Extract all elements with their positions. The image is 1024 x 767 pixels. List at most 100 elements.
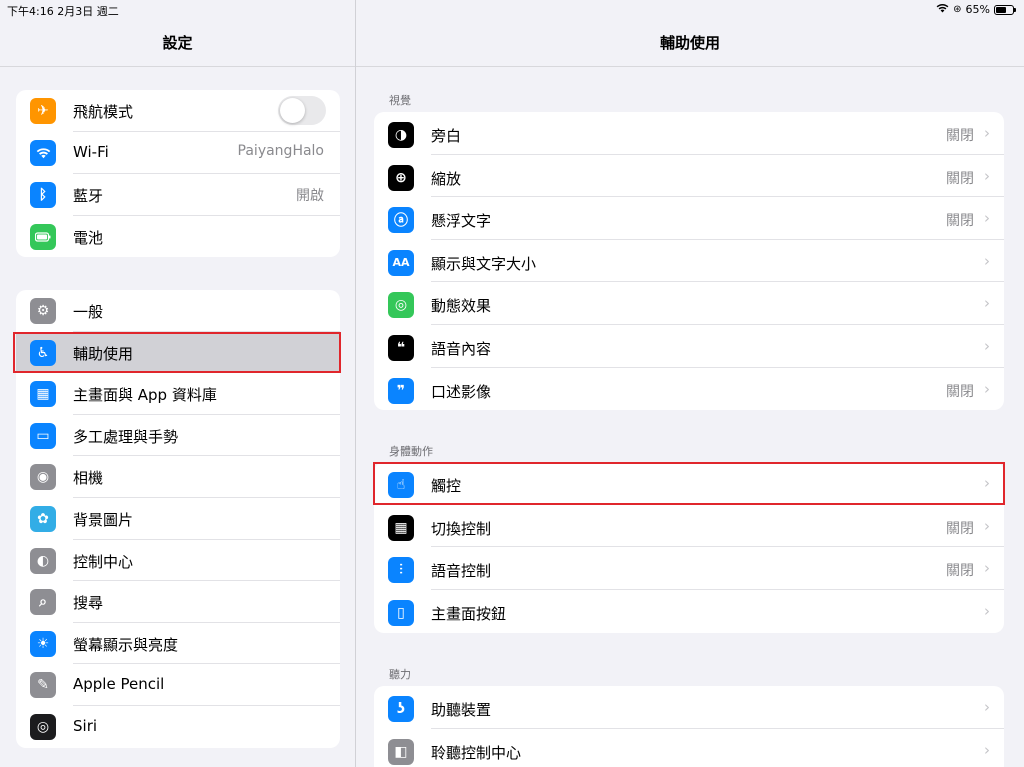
settings-row-label: 主畫面按鈕	[431, 604, 507, 623]
split-divider	[355, 0, 356, 767]
status-bar: 下午4:16 2月3日 週二 ⊛ 65%	[0, 0, 1024, 18]
wifi-network-name: PaiyangHalo	[237, 143, 324, 159]
battery-fill	[996, 6, 1007, 13]
sidebar-item-control-center[interactable]: ◐ 控制中心	[16, 540, 340, 582]
settings-row-voiceover[interactable]: ◑ 旁白 關閉 ›	[374, 112, 1004, 155]
brightness-icon: ☀	[30, 630, 56, 657]
section-vision: ◑ 旁白 關閉 › ⊕ 縮放 關閉 › ⓐ 懸浮文字 關閉 › AA 顯示與文字大小 › ◎ 動態效果 › ❝ 語音內…	[374, 112, 1004, 410]
settings-row-touch[interactable]: ☝ 觸控 ›	[374, 462, 1004, 505]
section-physical-motor: ☝ 觸控 › ▦ 切換控制 關閉 › ⫶ 語音控制 關閉 › ▯ 主畫面按鈕 ›	[374, 462, 1004, 633]
sidebar-item-label: 藍牙	[73, 187, 104, 205]
accessibility-icon: ♿	[30, 339, 56, 366]
settings-row-value: 關閉	[946, 383, 974, 400]
detail-nav-bar: 輔助使用	[356, 18, 1024, 67]
chevron-right-icon: ›	[984, 698, 990, 716]
settings-row-label: 縮放	[431, 169, 462, 188]
sidebar-item-camera[interactable]: ◉ 相機	[16, 456, 340, 498]
section-header-physical-motor: 身體動作	[389, 445, 433, 458]
hearing-control-center-icon: ◧	[388, 738, 414, 765]
sidebar-item-label: 控制中心	[73, 552, 134, 571]
sidebar-title: 設定	[162, 33, 193, 52]
sidebar-item-label: 主畫面與 App 資料庫	[73, 386, 217, 405]
wifi-status-icon	[936, 3, 949, 16]
settings-row-home-button[interactable]: ▯ 主畫面按鈕 ›	[374, 590, 1004, 633]
chevron-right-icon: ›	[984, 294, 990, 313]
settings-row-text-size[interactable]: AA 顯示與文字大小 ›	[374, 240, 1004, 283]
airplane-icon: ✈	[30, 98, 56, 124]
sidebar-item-wifi[interactable]: Wi-Fi PaiyangHalo	[16, 132, 340, 174]
chevron-right-icon: ›	[984, 166, 990, 185]
chevron-right-icon: ›	[984, 124, 990, 142]
chevron-right-icon: ›	[984, 209, 990, 228]
settings-row-zoom[interactable]: ⊕ 縮放 關閉 ›	[374, 155, 1004, 198]
settings-row-label: 動態效果	[431, 297, 492, 316]
settings-row-label: 口述影像	[431, 382, 492, 401]
touch-icon: ☝	[388, 472, 414, 498]
home-button-icon: ▯	[388, 599, 414, 626]
settings-row-audio-description[interactable]: ❞ 口述影像 關閉 ›	[374, 368, 1004, 410]
chevron-right-icon: ›	[984, 474, 990, 492]
section-header-vision: 視覺	[389, 94, 411, 107]
sidebar-item-multitasking[interactable]: ▭ 多工處理與手勢	[16, 415, 340, 457]
sidebar-item-label: 背景圖片	[73, 510, 134, 529]
siri-icon: ◎	[30, 713, 56, 740]
voice-control-icon: ⫶	[388, 557, 414, 584]
settings-row-label: 切換控制	[431, 519, 492, 538]
settings-row-label: 語音控制	[431, 562, 492, 581]
text-size-icon: AA	[388, 249, 414, 276]
settings-row-switch-control[interactable]: ▦ 切換控制 關閉 ›	[374, 505, 1004, 548]
pencil-icon: ✎	[30, 672, 56, 699]
settings-row-hearing-devices[interactable]: ʖ 助聽裝置 ›	[374, 686, 1004, 729]
search-icon: ⌕	[30, 589, 56, 616]
sidebar-item-accessibility[interactable]: ♿ 輔助使用	[16, 331, 340, 374]
sidebar-item-battery[interactable]: 電池	[16, 216, 340, 257]
sidebar-item-bluetooth[interactable]: ᛒ 藍牙 開啟	[16, 174, 340, 216]
detail-title: 輔助使用	[659, 33, 720, 52]
sidebar-item-label: 相機	[73, 469, 104, 488]
sidebar-group-settings: ⚙ 一般 ♿ 輔助使用 ▦ 主畫面與 App 資料庫 ▭ 多工處理與手勢 ◉ 相機 ✿ 背景圖片 ◐ 控制…	[16, 290, 340, 748]
sidebar-item-label: 電池	[73, 229, 104, 247]
motion-icon: ◎	[388, 292, 414, 319]
zoom-icon: ⊕	[388, 164, 414, 191]
settings-row-label: 旁白	[431, 127, 462, 145]
settings-row-motion[interactable]: ◎ 動態效果 ›	[374, 282, 1004, 325]
sidebar-item-search[interactable]: ⌕ 搜尋	[16, 581, 340, 623]
bluetooth-icon: ᛒ	[30, 182, 56, 208]
sidebar-item-pencil[interactable]: ✎ Apple Pencil	[16, 664, 340, 706]
gear-icon: ⚙	[30, 298, 56, 324]
battery-indicator-icon	[994, 4, 1016, 15]
battery-percentage: 65%	[965, 3, 990, 16]
home-screen-icon: ▦	[30, 381, 56, 408]
wallpaper-icon: ✿	[30, 505, 56, 532]
chevron-right-icon: ›	[984, 379, 990, 398]
airplane-mode-toggle[interactable]	[278, 96, 326, 125]
sidebar-item-airplane-mode[interactable]: ✈ 飛航模式	[16, 90, 340, 132]
multitasking-icon: ▭	[30, 422, 56, 449]
settings-row-hearing-control-center[interactable]: ◧ 聆聽控制中心 ›	[374, 729, 1004, 767]
sidebar-item-wallpaper[interactable]: ✿ 背景圖片	[16, 498, 340, 540]
settings-row-label: 語音內容	[431, 339, 492, 358]
settings-row-value: 關閉	[946, 128, 974, 144]
chevron-right-icon: ›	[984, 740, 990, 759]
sidebar-item-brightness[interactable]: ☀ 螢幕顯示與亮度	[16, 623, 340, 665]
sidebar-item-label: 螢幕顯示與亮度	[73, 635, 179, 654]
sidebar-item-label: 多工處理與手勢	[73, 427, 179, 446]
chevron-right-icon: ›	[984, 251, 990, 270]
sidebar-item-home-screen[interactable]: ▦ 主畫面與 App 資料庫	[16, 373, 340, 415]
audio-description-icon: ❞	[388, 377, 414, 404]
switch-control-icon: ▦	[388, 514, 414, 541]
settings-row-value: 關閉	[946, 170, 974, 187]
sidebar-item-label: Siri	[73, 716, 98, 735]
sidebar-nav-bar: 設定	[0, 18, 355, 67]
settings-row-hover-text[interactable]: ⓐ 懸浮文字 關閉 ›	[374, 197, 1004, 240]
hearing-devices-icon: ʖ	[388, 696, 414, 722]
sidebar-item-label: 飛航模式	[73, 103, 134, 121]
section-hearing: ʖ 助聽裝置 › ◧ 聆聽控制中心 ›	[374, 686, 1004, 767]
settings-row-label: 觸控	[431, 477, 462, 495]
sidebar-item-gear[interactable]: ⚙ 一般	[16, 290, 340, 332]
settings-row-spoken-content[interactable]: ❝ 語音內容 ›	[374, 325, 1004, 368]
settings-row-voice-control[interactable]: ⫶ 語音控制 關閉 ›	[374, 547, 1004, 590]
settings-row-label: 懸浮文字	[431, 212, 492, 231]
sidebar-item-siri[interactable]: ◎ Siri	[16, 706, 340, 748]
status-right: ⊛ 65%	[936, 3, 1016, 16]
